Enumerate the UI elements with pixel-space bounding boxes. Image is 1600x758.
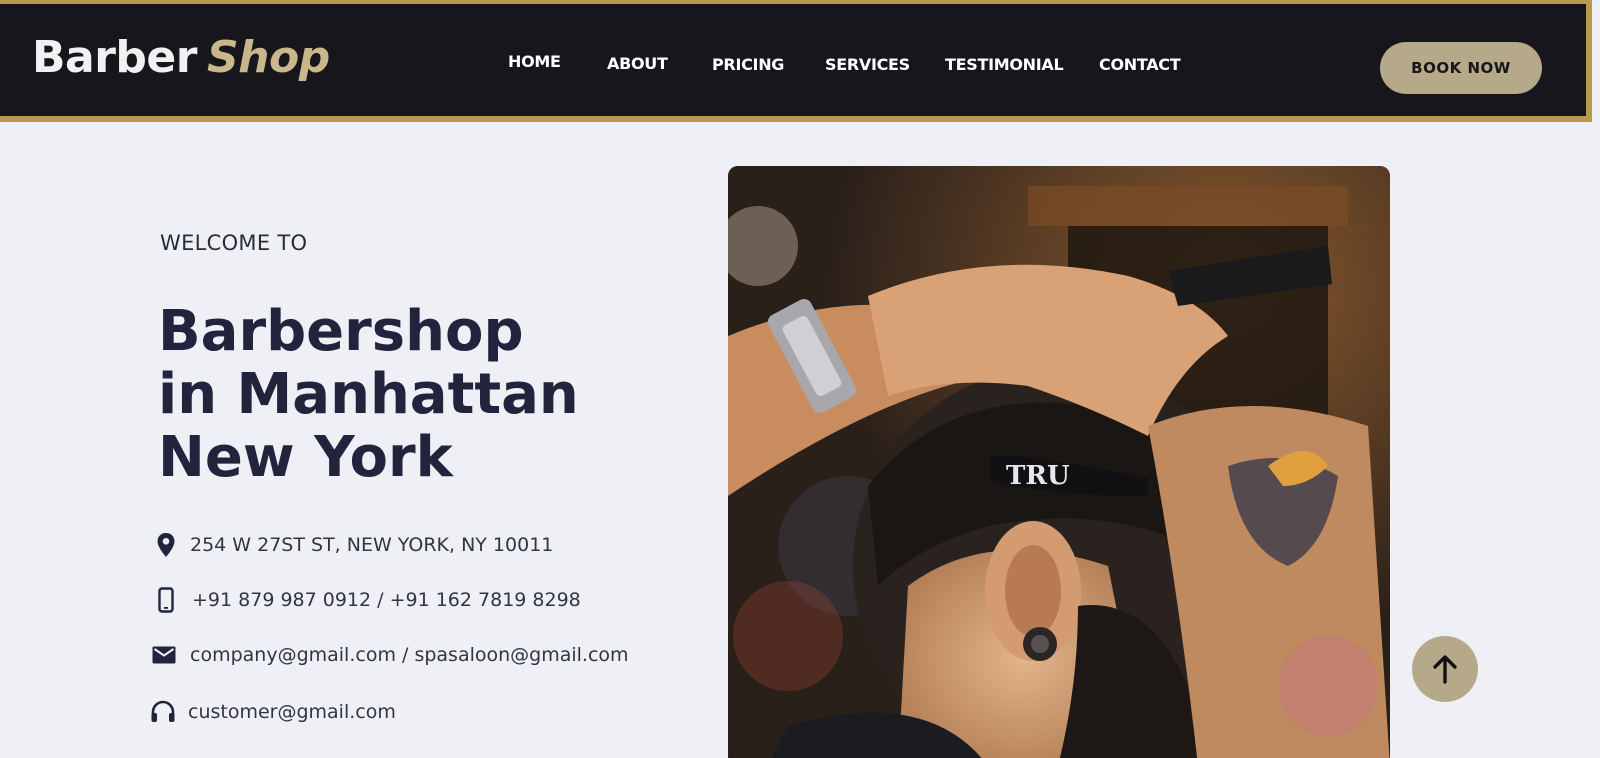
arrow-up-icon (1433, 655, 1457, 684)
email-row: company@gmail.com / spasaloon@gmail.com (152, 640, 629, 670)
nav-testimonial[interactable]: TESTIMONIAL (945, 55, 1064, 74)
barber-illustration: TRU (728, 166, 1390, 758)
hero-title: Barbershop in Manhattan New York (158, 300, 678, 489)
site-header: Barber Shop HOME ABOUT PRICING SERVICES T… (0, 0, 1592, 122)
book-now-button[interactable]: BOOK NOW (1380, 42, 1542, 94)
nav-about[interactable]: ABOUT (607, 54, 668, 73)
phone-row: +91 879 987 0912 / +91 162 7819 8298 (158, 585, 581, 615)
nav-services[interactable]: SERVICES (825, 55, 910, 74)
hero-title-line-2: in Manhattan (158, 362, 579, 427)
phone-icon (158, 587, 174, 613)
support-email-text[interactable]: customer@gmail.com (188, 701, 396, 723)
phone-text[interactable]: +91 879 987 0912 / +91 162 7819 8298 (192, 589, 581, 611)
hero-title-line-1: Barbershop (158, 299, 524, 364)
nav-home[interactable]: HOME (508, 52, 561, 71)
address-text: 254 W 27ST ST, NEW YORK, NY 10011 (190, 534, 554, 556)
headset-icon (151, 700, 175, 722)
nav-pricing[interactable]: PRICING (712, 55, 784, 74)
welcome-label: WELCOME TO (160, 231, 308, 255)
scroll-to-top-button[interactable] (1412, 636, 1478, 702)
email-text[interactable]: company@gmail.com / spasaloon@gmail.com (190, 644, 629, 666)
hero-barber-photo: TRU (728, 166, 1390, 758)
main-nav: HOME ABOUT PRICING SERVICES TESTIMONIAL … (0, 52, 1586, 78)
trimmer-brand-text: TRU (1006, 461, 1070, 491)
location-pin-icon (157, 533, 175, 557)
hero-title-line-3: New York (158, 425, 453, 490)
address-row: 254 W 27ST ST, NEW YORK, NY 10011 (156, 530, 553, 560)
nav-contact[interactable]: CONTACT (1099, 55, 1181, 74)
envelope-icon (152, 646, 176, 664)
support-row: customer@gmail.com (150, 697, 396, 727)
